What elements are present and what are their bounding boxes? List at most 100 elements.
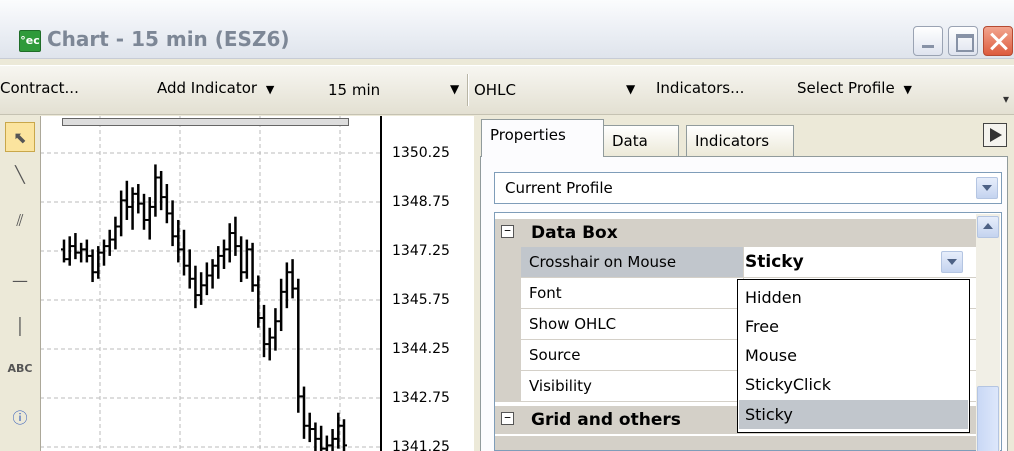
ohlc-bar <box>186 249 193 289</box>
row-gutter <box>495 247 521 277</box>
dropdown-option[interactable]: Free <box>739 312 968 341</box>
scroll-up-icon[interactable] <box>977 216 999 238</box>
ohlc-bar <box>118 190 125 237</box>
tab-properties[interactable]: Properties <box>481 119 604 157</box>
horizontal-line-tool-icon[interactable]: — <box>5 266 35 296</box>
ohlc-bar <box>232 216 239 256</box>
info-tool-icon[interactable]: ⓘ <box>5 403 35 433</box>
ohlc-bar <box>226 223 233 263</box>
arrow-tool-icon[interactable]: ⬉ <box>5 122 35 152</box>
text-tool-icon[interactable]: ABC <box>5 354 35 384</box>
property-name: Font <box>529 284 562 302</box>
toolbar-separator <box>467 74 469 106</box>
maximize-button[interactable] <box>948 26 978 56</box>
category-partial <box>495 436 977 450</box>
ohlc-bar <box>89 249 96 283</box>
chevron-down-icon: ▼ <box>450 82 460 96</box>
chevron-down-icon[interactable] <box>976 177 998 199</box>
chevron-down-icon: ▼ <box>265 83 275 96</box>
price-tick-label: 1344.25 <box>392 341 450 357</box>
parallel-lines-tool-icon[interactable]: ⫽ <box>5 206 35 236</box>
ohlc-bar <box>106 229 113 256</box>
select-profile-label: Select Profile <box>797 79 895 97</box>
price-tick-label: 1348.75 <box>392 194 450 210</box>
ohlc-bar <box>146 197 153 240</box>
drawing-tools: ⬉ ╲ ⫽ — │ ABC ⓘ <box>0 116 41 451</box>
price-tick-label: 1342.75 <box>392 390 450 406</box>
ohlc-bar <box>278 278 285 332</box>
chart-window: °ec Chart - 15 min (ESZ6) Contract... Ad… <box>0 0 1014 451</box>
row-gutter <box>495 278 521 308</box>
category-data-box[interactable]: − Data Box <box>495 219 977 247</box>
chart-type-value: OHLC <box>474 81 516 99</box>
ohlc-bar <box>78 242 85 263</box>
category-label: Data Box <box>531 223 618 243</box>
close-button[interactable] <box>983 26 1013 56</box>
chart-type-select[interactable]: OHLC ▼ <box>470 78 640 100</box>
select-profile-button[interactable]: Select Profile ▼ <box>797 79 912 97</box>
interval-value: 15 min <box>328 81 381 99</box>
vertical-line-tool-icon[interactable]: │ <box>5 312 35 342</box>
price-axis: 1350.25 1348.75 1347.25 1345.75 1344.25 … <box>380 116 476 451</box>
column-splitter[interactable] <box>743 247 744 277</box>
ohlc-bar <box>141 193 147 230</box>
chevron-down-icon: ▼ <box>903 83 912 96</box>
collapse-icon[interactable]: − <box>501 225 514 238</box>
category-label: Grid and others <box>531 410 681 430</box>
minimize-button[interactable] <box>913 26 943 56</box>
ohlc-bar <box>221 239 227 269</box>
crosshair-mode-dropdown[interactable]: Hidden Free Mouse StickyClick Sticky <box>737 279 970 433</box>
title-bar[interactable]: °ec Chart - 15 min (ESZ6) <box>0 0 1014 59</box>
row-gutter <box>495 309 521 339</box>
contract-button[interactable]: Contract... <box>0 79 79 97</box>
price-tick-label: 1347.25 <box>392 243 450 259</box>
chevron-down-icon[interactable] <box>941 251 963 273</box>
property-name: Visibility <box>529 377 592 395</box>
collapse-panel-icon[interactable] <box>983 123 1007 147</box>
tab-indicators[interactable]: Indicators <box>686 125 794 156</box>
ohlc-bar <box>341 419 347 451</box>
ohlc-bar <box>249 242 256 292</box>
dropdown-option-selected[interactable]: Sticky <box>739 400 968 429</box>
app-icon: °ec <box>19 30 41 52</box>
ohlc-bar <box>283 262 290 309</box>
row-gutter <box>495 340 521 370</box>
ohlc-bar <box>72 233 79 260</box>
scrollbar-thumb[interactable] <box>977 386 999 451</box>
property-row-crosshair[interactable]: Crosshair on Mouse Sticky <box>495 247 977 278</box>
row-gutter <box>495 371 521 401</box>
price-tick-label: 1345.75 <box>392 292 450 308</box>
chart-horizontal-scroll-thumb[interactable] <box>62 118 349 126</box>
property-value[interactable]: Sticky <box>745 252 804 272</box>
ohlc-bar <box>203 262 210 296</box>
ohlc-bar <box>272 308 279 351</box>
property-name: Source <box>529 346 581 364</box>
chart-toolbar: Contract... Add Indicator ▼ 15 min ▼ OHL… <box>0 65 1014 115</box>
indicators-button[interactable]: Indicators... <box>656 79 744 97</box>
ohlc-bar <box>243 239 250 279</box>
ohlc-bar <box>238 236 245 283</box>
line-tool-icon[interactable]: ╲ <box>5 160 35 190</box>
price-tick-label: 1350.25 <box>392 145 450 161</box>
profile-select[interactable]: Current Profile <box>494 172 1002 204</box>
profile-value: Current Profile <box>505 179 613 197</box>
ohlc-bar <box>289 259 296 299</box>
chevron-down-icon: ▼ <box>626 82 636 96</box>
property-name: Crosshair on Mouse <box>529 253 677 271</box>
dropdown-option[interactable]: Hidden <box>739 283 968 312</box>
add-indicator-label: Add Indicator <box>157 79 258 97</box>
collapse-icon[interactable]: − <box>501 412 514 425</box>
add-indicator-button[interactable]: Add Indicator ▼ <box>157 79 274 97</box>
dropdown-option[interactable]: Mouse <box>739 341 968 370</box>
ohlc-bar <box>209 259 216 289</box>
tab-data[interactable]: Data <box>603 125 679 156</box>
ohlc-bar <box>163 184 170 224</box>
ohlc-bar <box>123 180 130 220</box>
interval-select[interactable]: 15 min ▼ <box>320 78 464 100</box>
ohlc-bar <box>101 239 107 266</box>
property-name: Show OHLC <box>529 315 617 333</box>
dropdown-option[interactable]: StickyClick <box>739 370 968 399</box>
price-tick-label: 1341.25 <box>392 439 450 451</box>
toolbar-overflow-icon[interactable]: ▾ <box>1003 92 1009 106</box>
ohlc-bar <box>192 265 199 309</box>
